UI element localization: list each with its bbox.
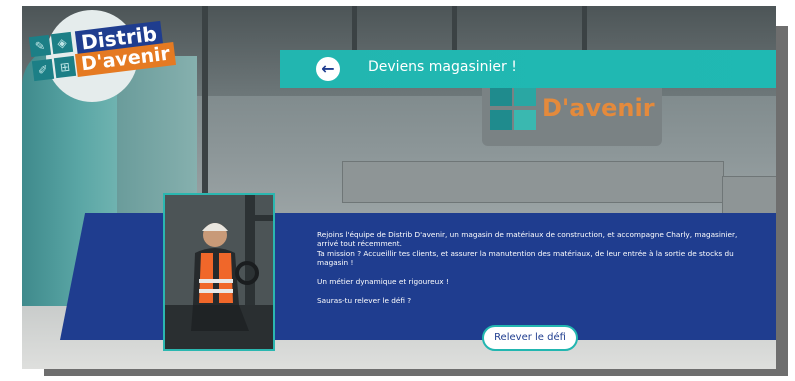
ceiling-beam — [202, 6, 208, 206]
shelving-unit — [342, 161, 724, 203]
mission-description: Rejoins l'équipe de Distrib D'avenir, un… — [317, 230, 757, 305]
sign-tile — [514, 86, 536, 106]
back-button[interactable]: ← — [316, 57, 340, 81]
grid-icon: ⊞ — [53, 55, 77, 79]
accept-challenge-button[interactable]: Relever le défi — [482, 325, 578, 351]
store-sign-text: D'avenir — [542, 94, 655, 122]
challenge-paragraph: Sauras-tu relever le défi ? — [317, 295, 412, 305]
intro-paragraph: Rejoins l'équipe de Distrib D'avenir, un… — [317, 230, 738, 249]
page-title: Deviens magasinier ! — [368, 59, 517, 75]
title-bar: ← Deviens magasinier ! — [280, 50, 776, 88]
character-photo — [163, 193, 275, 351]
pencil-icon: ✐ — [31, 58, 55, 82]
ruler-icon: ✎ — [28, 34, 52, 58]
sign-tile — [490, 86, 512, 106]
sign-tile — [514, 110, 536, 130]
warehouse-worker-illustration — [165, 195, 273, 349]
arrow-left-icon: ← — [321, 59, 335, 78]
mission-paragraph: Ta mission ? Accueillir tes clients, et … — [317, 248, 734, 268]
trowel-icon: ◈ — [50, 31, 74, 55]
tagline-paragraph: Un métier dynamique et rigoureux ! — [317, 277, 449, 287]
sign-tile — [490, 110, 512, 130]
logo-icon-grid: ✎ ◈ ✐ ⊞ — [28, 31, 77, 88]
